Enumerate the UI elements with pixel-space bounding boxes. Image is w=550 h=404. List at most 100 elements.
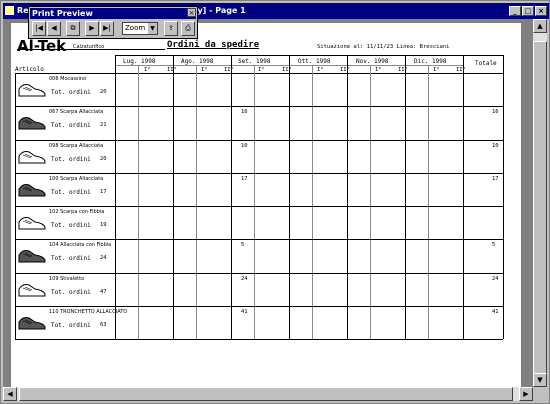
print-preview-toolbar[interactable]: Print Preview × |◀ ◀ ⧉ ▶ ▶| Zoom ▼ ⇪ ⎙ xyxy=(28,6,198,39)
window-title-left: Re xyxy=(17,6,29,15)
article-code: 47 xyxy=(100,289,107,295)
month-header-4: Ott. 1998 xyxy=(298,58,331,65)
row-total-label: Tot. ordini xyxy=(51,189,91,196)
report-page: Al-Tek Calzaturifico Ordini da spedire S… xyxy=(11,23,521,387)
row-total-label: Tot. ordini xyxy=(51,322,91,329)
article-name: 100 Scarpa Allacciata xyxy=(49,176,104,182)
article-code: 20 xyxy=(100,156,107,162)
row-total-value: 16 xyxy=(492,109,499,115)
article-name: 006 Mocassino xyxy=(49,76,87,82)
shoe-image xyxy=(18,250,46,263)
last-page-icon[interactable]: ▶| xyxy=(100,21,114,36)
scroll-right-icon[interactable]: ▶ xyxy=(519,387,533,401)
row-total-label: Tot. ordini xyxy=(51,156,91,163)
article-code: 20 xyxy=(100,89,107,95)
table-row: 102 Scarpa con Fibbia Tot. ordini 19 xyxy=(11,206,511,239)
company-logo: Al-Tek xyxy=(17,37,67,55)
article-code: 63 xyxy=(100,322,107,328)
copy-icon[interactable]: ⧉ xyxy=(66,21,80,36)
row-divider xyxy=(15,239,503,240)
set-i-value: 24 xyxy=(241,276,248,282)
article-name: 110 TRONCHETTO ALLACCIATO xyxy=(49,309,128,315)
report-situation: Situazione al: 11/11/23 Linea: Bresciani xyxy=(317,44,450,50)
report-title: Ordini da spedire xyxy=(167,40,260,50)
zoom-value: Zoom xyxy=(125,24,146,32)
row-total-value: 5 xyxy=(492,242,496,248)
print-preview-window: Re nly] - Page 1 _ □ × Al-Tek Calzaturif… xyxy=(0,0,550,404)
shoe-image xyxy=(18,217,46,230)
chevron-down-icon[interactable]: ▼ xyxy=(148,23,157,34)
scroll-left-icon[interactable]: ◀ xyxy=(3,387,17,401)
table-row: 109 Stivaletto Tot. ordini 47 24 24 xyxy=(11,273,511,306)
article-header: Articolo xyxy=(15,66,44,73)
row-divider xyxy=(15,273,503,274)
table-row: 098 Scarpa Allacciata Tot. ordini 20 10 10 xyxy=(11,140,511,173)
scroll-down-icon[interactable]: ▼ xyxy=(533,373,547,387)
table-row: 067 Scarpa Allacciata Tot. ordini 21 16 16 xyxy=(11,106,511,139)
toolbar-close-icon[interactable]: × xyxy=(187,8,196,17)
shoe-image xyxy=(18,117,46,130)
scroll-thumb[interactable] xyxy=(533,41,547,381)
print-icon[interactable]: ⎙ xyxy=(181,21,195,36)
vertical-scrollbar[interactable]: ▲ ▼ xyxy=(533,19,547,387)
table-row: 104 Allacciata con Fibbia Tot. ordini 24 5 5 xyxy=(11,239,511,272)
scroll-thumb[interactable] xyxy=(19,387,513,401)
row-divider xyxy=(15,206,503,207)
set-i-value: 10 xyxy=(241,143,248,149)
set-i-value: 5 xyxy=(241,242,245,248)
row-divider xyxy=(15,306,503,307)
table-row: 006 Mocassino Tot. ordini 20 xyxy=(11,73,511,106)
title-rule xyxy=(17,49,165,50)
article-name: 102 Scarpa con Fibbia xyxy=(49,209,105,215)
row-total-value: 10 xyxy=(492,143,499,149)
month-header-5: Nov. 1998 xyxy=(356,58,389,65)
shoe-image xyxy=(18,184,46,197)
row-total-label: Tot. ordini xyxy=(51,122,91,129)
set-i-value: 17 xyxy=(241,176,248,182)
scroll-up-icon[interactable]: ▲ xyxy=(533,19,547,33)
month-header-3: Set. 1998 xyxy=(238,58,271,65)
next-page-icon[interactable]: ▶ xyxy=(85,21,99,36)
preview-area[interactable]: Al-Tek Calzaturifico Ordini da spedire S… xyxy=(3,19,533,387)
article-code: 24 xyxy=(100,255,107,261)
row-total-value: 24 xyxy=(492,276,499,282)
row-total-label: Tot. ordini xyxy=(51,89,91,96)
shoe-image xyxy=(18,151,46,164)
article-name: 098 Scarpa Allacciata xyxy=(49,143,104,149)
maximize-button[interactable]: □ xyxy=(522,6,534,16)
row-total-value: 41 xyxy=(492,309,499,315)
total-header: Totale xyxy=(475,60,497,67)
access-app-icon xyxy=(5,6,14,15)
set-i-value: 16 xyxy=(241,109,248,115)
row-total-label: Tot. ordini xyxy=(51,255,91,262)
article-name: 109 Stivaletto xyxy=(49,276,85,282)
article-code: 21 xyxy=(100,122,107,128)
zoom-select[interactable]: Zoom ▼ xyxy=(122,22,158,35)
table-row: 110 TRONCHETTO ALLACCIATO Tot. ordini 63 41… xyxy=(11,306,511,339)
shoe-image xyxy=(18,317,46,330)
row-divider xyxy=(15,173,503,174)
row-total-label: Tot. ordini xyxy=(51,222,91,229)
toolbar-title[interactable]: Print Preview xyxy=(30,8,196,19)
table-bottom-line xyxy=(15,339,503,340)
month-header-2: Ago. 1998 xyxy=(181,58,214,65)
export-icon[interactable]: ⇪ xyxy=(164,21,178,36)
row-divider xyxy=(15,140,503,141)
article-code: 17 xyxy=(100,189,107,195)
row-total-value: 17 xyxy=(492,176,499,182)
month-header-1: Lug. 1998 xyxy=(123,58,156,65)
set-i-value: 41 xyxy=(241,309,248,315)
minimize-button[interactable]: _ xyxy=(509,6,521,16)
shoe-image xyxy=(18,84,46,97)
prev-page-icon[interactable]: ◀ xyxy=(47,21,61,36)
first-page-icon[interactable]: |◀ xyxy=(32,21,46,36)
close-button[interactable]: × xyxy=(535,6,547,16)
shoe-image xyxy=(18,284,46,297)
size-grip xyxy=(533,387,547,401)
row-total-label: Tot. ordini xyxy=(51,289,91,296)
article-code: 19 xyxy=(100,222,107,228)
row-divider xyxy=(15,106,503,107)
horizontal-scrollbar[interactable]: ◀ ▶ xyxy=(3,387,533,401)
article-name: 104 Allacciata con Fibbia xyxy=(49,242,112,248)
month-header-6: Dic. 1998 xyxy=(414,58,447,65)
